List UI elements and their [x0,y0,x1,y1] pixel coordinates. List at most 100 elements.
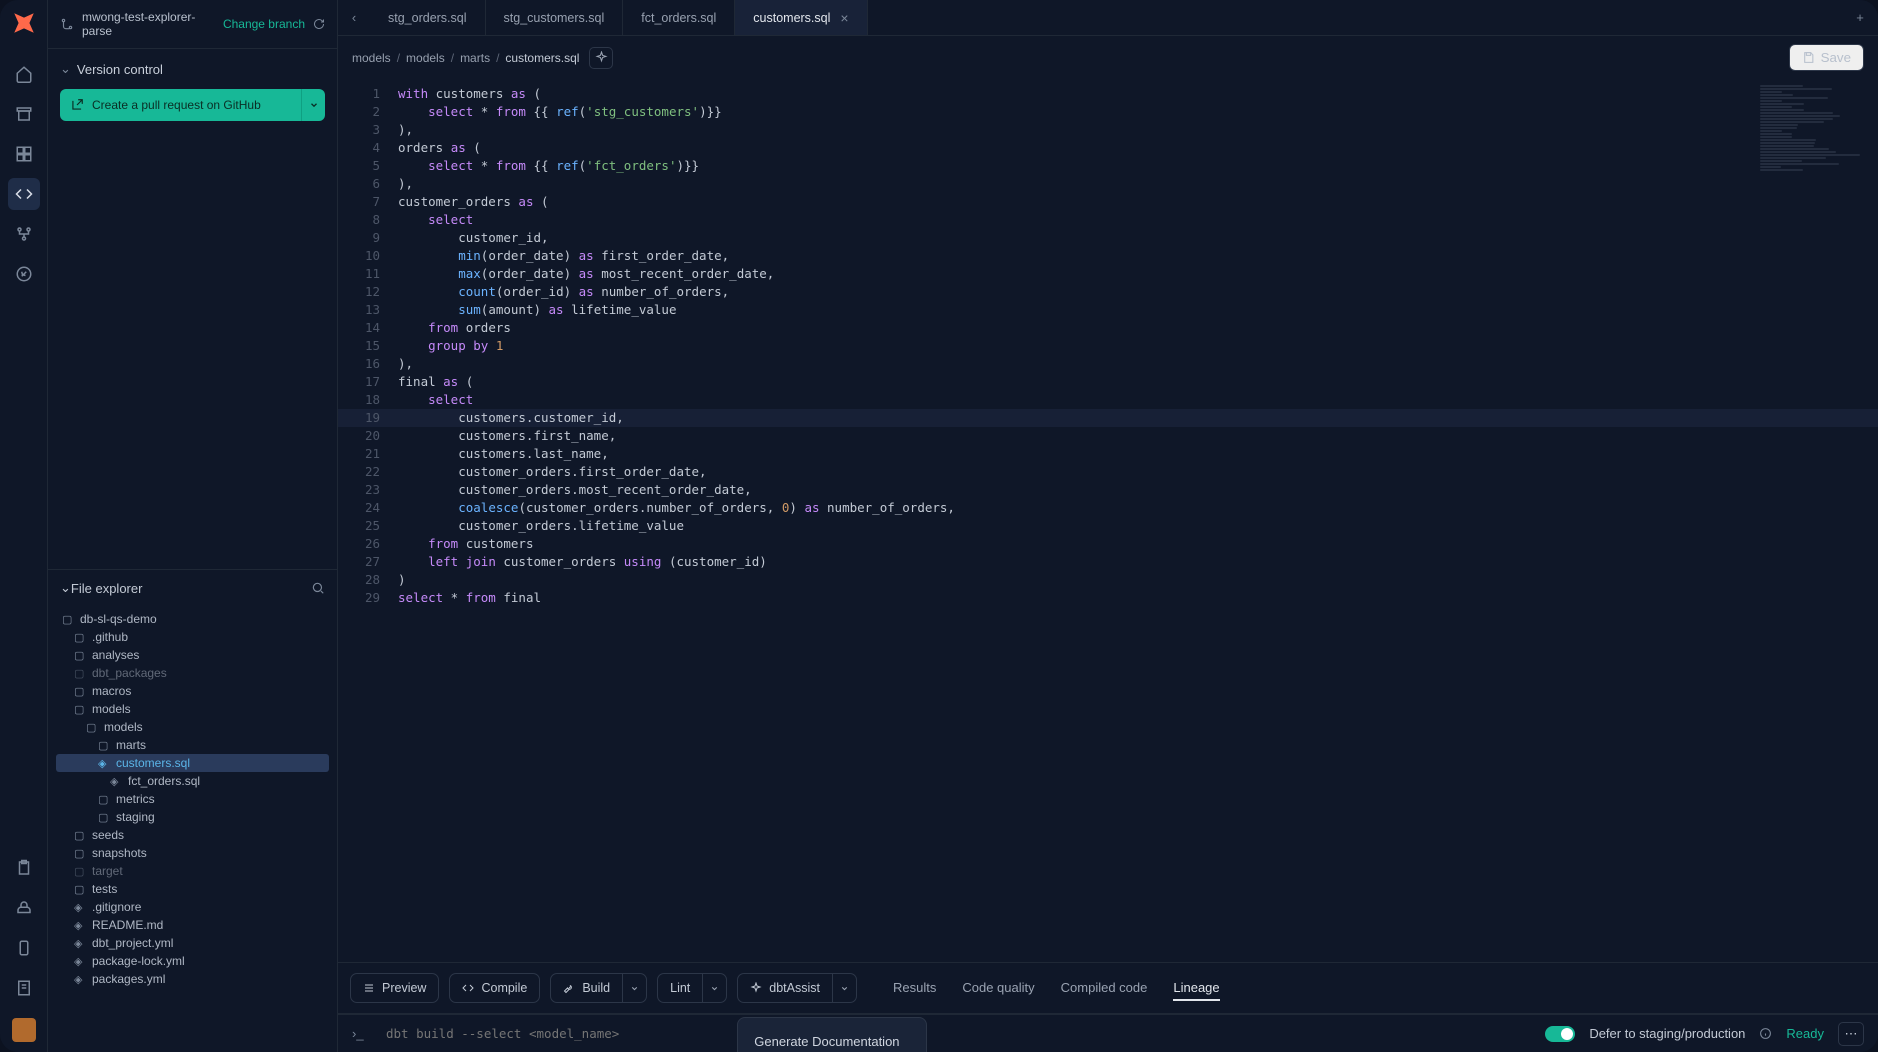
folder-item[interactable]: ▢tests [48,880,337,898]
mobile-icon[interactable] [8,932,40,964]
bottom-tab[interactable]: Results [893,976,936,1001]
bottom-tab[interactable]: Code quality [962,976,1034,1001]
code-line[interactable]: 21 customers.last_name, [338,445,1878,463]
preview-button[interactable]: Preview [350,973,439,1003]
code-line[interactable]: 12 count(order_id) as number_of_orders, [338,283,1878,301]
build-dropdown[interactable] [623,973,647,1003]
editor-tab[interactable]: stg_orders.sql [370,0,486,35]
file-item[interactable]: ◈fct_orders.sql [48,772,337,790]
code-line[interactable]: 13 sum(amount) as lifetime_value [338,301,1878,319]
folder-item[interactable]: ▢db-sl-qs-demo [48,610,337,628]
code-line[interactable]: 18 select [338,391,1878,409]
minimap[interactable] [1760,85,1870,155]
close-tab-icon[interactable]: × [840,10,848,26]
develop-icon[interactable] [8,178,40,210]
assist-dropdown[interactable] [833,973,857,1003]
code-line[interactable]: 1with customers as ( [338,85,1878,103]
folder-item[interactable]: ▢dbt_packages [48,664,337,682]
code-editor[interactable]: 1with customers as (2 select * from {{ r… [338,79,1878,962]
code-line[interactable]: 11 max(order_date) as most_recent_order_… [338,265,1878,283]
command-input[interactable] [386,1026,1531,1041]
code-line[interactable]: 27 left join customer_orders using (cust… [338,553,1878,571]
lint-dropdown[interactable] [703,973,727,1003]
code-line[interactable]: 29select * from final [338,589,1878,607]
breadcrumb-segment[interactable]: models [406,51,445,65]
assist-menu-item[interactable]: Generate Documentation [738,1024,926,1052]
code-line[interactable]: 20 customers.first_name, [338,427,1878,445]
breadcrumb-segment[interactable]: marts [460,51,490,65]
support-icon[interactable] [8,892,40,924]
bottom-tab[interactable]: Compiled code [1061,976,1148,1001]
folder-item[interactable]: ▢macros [48,682,337,700]
user-avatar[interactable] [12,1018,36,1042]
lint-button[interactable]: Lint [657,973,703,1003]
folder-item[interactable]: ▢seeds [48,826,337,844]
breadcrumb-segment[interactable]: models [352,51,391,65]
code-line[interactable]: 17final as ( [338,373,1878,391]
folder-item[interactable]: ▢analyses [48,646,337,664]
editor-tab[interactable]: fct_orders.sql [623,0,735,35]
folder-item[interactable]: ▢marts [48,736,337,754]
folder-item[interactable]: ▢.github [48,628,337,646]
folder-item[interactable]: ▢snapshots [48,844,337,862]
tab-history-back[interactable]: ‹ [338,0,370,35]
file-item[interactable]: ◈package-lock.yml [48,952,337,970]
folder-item[interactable]: ▢staging [48,808,337,826]
version-control-header[interactable]: ⌄ Version control [48,49,337,89]
code-line[interactable]: 23 customer_orders.most_recent_order_dat… [338,481,1878,499]
create-pr-button[interactable]: Create a pull request on GitHub [60,89,301,121]
file-item[interactable]: ◈packages.yml [48,970,337,988]
file-item[interactable]: ◈customers.sql [56,754,329,772]
docs-icon[interactable] [8,972,40,1004]
code-line[interactable]: 22 customer_orders.first_order_date, [338,463,1878,481]
file-explorer-header[interactable]: ⌄ File explorer [48,569,337,606]
code-line[interactable]: 28) [338,571,1878,589]
code-line[interactable]: 2 select * from {{ ref('stg_customers')}… [338,103,1878,121]
change-branch-link[interactable]: Change branch [223,17,305,31]
code-line[interactable]: 4orders as ( [338,139,1878,157]
search-icon[interactable] [311,581,325,595]
clipboard-icon[interactable] [8,852,40,884]
info-icon[interactable] [1759,1027,1772,1040]
folder-item[interactable]: ▢target [48,862,337,880]
branch-icon[interactable] [8,218,40,250]
folder-item[interactable]: ▢metrics [48,790,337,808]
discover-icon[interactable] [8,258,40,290]
editor-tab[interactable]: stg_customers.sql [486,0,624,35]
code-line[interactable]: 6), [338,175,1878,193]
create-pr-dropdown[interactable] [301,89,325,121]
file-item[interactable]: ◈README.md [48,916,337,934]
build-button[interactable]: Build [550,973,623,1003]
dbt-assist-button[interactable]: dbtAssist [737,973,833,1003]
code-line[interactable]: 26 from customers [338,535,1878,553]
home-icon[interactable] [8,58,40,90]
code-line[interactable]: 8 select [338,211,1878,229]
more-button[interactable]: ⋯ [1838,1022,1864,1046]
code-line[interactable]: 3), [338,121,1878,139]
code-line[interactable]: 9 customer_id, [338,229,1878,247]
file-item[interactable]: ◈.gitignore [48,898,337,916]
refresh-icon[interactable] [313,18,325,30]
code-line[interactable]: 16), [338,355,1878,373]
save-button[interactable]: Save [1789,44,1864,71]
code-line[interactable]: 24 coalesce(customer_orders.number_of_or… [338,499,1878,517]
code-line[interactable]: 15 group by 1 [338,337,1878,355]
code-line[interactable]: 10 min(order_date) as first_order_date, [338,247,1878,265]
code-line[interactable]: 5 select * from {{ ref('fct_orders')}} [338,157,1878,175]
code-line[interactable]: 14 from orders [338,319,1878,337]
file-item[interactable]: ◈dbt_project.yml [48,934,337,952]
code-line[interactable]: 25 customer_orders.lifetime_value [338,517,1878,535]
archive-icon[interactable] [8,98,40,130]
new-tab-button[interactable]: + [1842,10,1878,25]
folder-item[interactable]: ▢models [48,700,337,718]
defer-toggle[interactable] [1545,1026,1575,1042]
code-line[interactable]: 7customer_orders as ( [338,193,1878,211]
code-line[interactable]: 19 customers.customer_id, [338,409,1878,427]
compile-button[interactable]: Compile [449,973,540,1003]
ai-crumb-button[interactable] [589,47,613,69]
grid-icon[interactable] [8,138,40,170]
bottom-tab[interactable]: Lineage [1173,976,1219,1001]
breadcrumb-segment[interactable]: customers.sql [505,51,579,65]
editor-tab[interactable]: customers.sql× [735,0,867,35]
folder-item[interactable]: ▢models [48,718,337,736]
